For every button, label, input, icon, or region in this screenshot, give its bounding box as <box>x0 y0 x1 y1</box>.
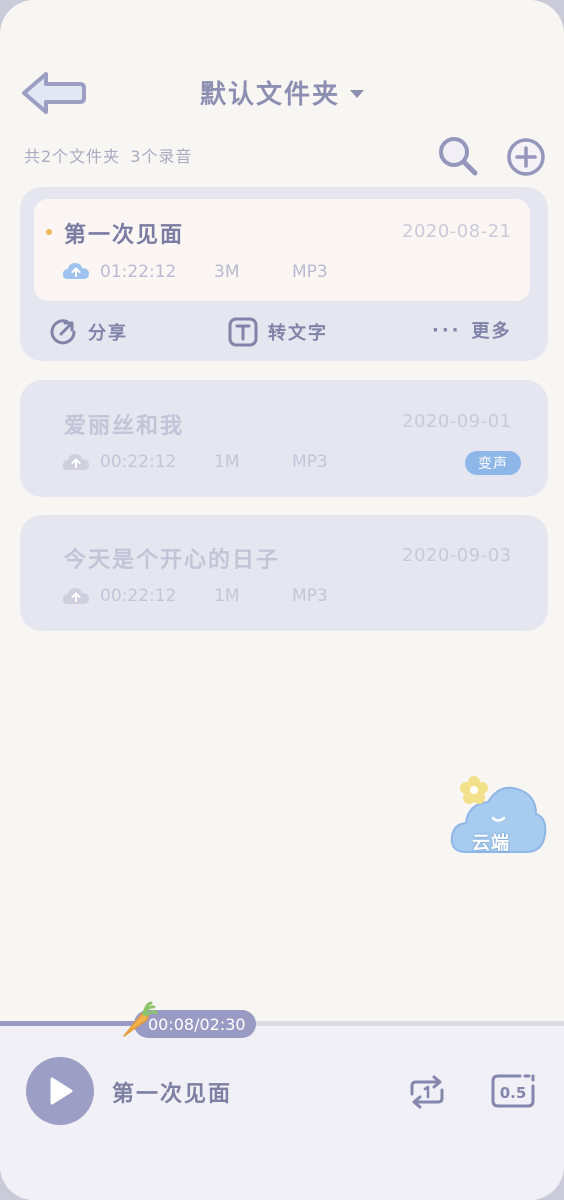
recording-card-2[interactable]: 爱丽丝和我 2020-09-01 00:22:12 1M MP3 变声 <box>20 380 548 497</box>
share-icon <box>50 319 76 345</box>
recording-duration: 00:22:12 <box>100 452 177 472</box>
speed-icon: 0.5 <box>491 1074 535 1108</box>
recording-date: 2020-09-01 <box>402 411 512 432</box>
more-dots-icon: ··· <box>432 319 462 341</box>
search-button[interactable] <box>436 134 480 178</box>
repeat-one-icon <box>410 1075 444 1109</box>
more-label: 更多 <box>471 321 512 342</box>
recording-size: 1M <box>214 586 240 606</box>
recording-format: MP3 <box>292 262 328 282</box>
recording-date: 2020-08-21 <box>402 221 512 242</box>
now-playing-title: 第一次见面 <box>112 1082 233 1107</box>
transcribe-label: 转文字 <box>268 323 328 344</box>
page-title: 默认文件夹 <box>199 79 340 110</box>
transcribe-button[interactable]: 转文字 <box>228 317 328 347</box>
recording-title: 今天是个开心的日子 <box>64 548 281 573</box>
speed-value: 0.5 <box>500 1084 527 1102</box>
search-icon <box>439 137 478 176</box>
caret-down-icon <box>350 89 364 98</box>
carrot-scrubber-icon[interactable] <box>118 1000 158 1040</box>
recording-size: 3M <box>214 262 240 282</box>
text-t-icon <box>228 317 258 347</box>
folder-selector[interactable]: 默认文件夹 <box>0 72 564 112</box>
cloud-upload-icon <box>62 588 89 604</box>
plus-circle-icon <box>507 138 545 176</box>
share-label: 分享 <box>88 323 128 344</box>
play-icon <box>50 1077 73 1105</box>
recording-actions: 分享 转文字 ··· 更多 <box>20 314 548 350</box>
playback-speed-button[interactable]: 0.5 <box>490 1072 536 1110</box>
cloud-upload-icon <box>62 263 89 279</box>
active-dot-icon <box>46 229 52 235</box>
recording-format: MP3 <box>292 452 328 472</box>
recording-format: MP3 <box>292 586 328 606</box>
progress-track[interactable] <box>0 1021 564 1026</box>
folder-count: 共2个文件夹 <box>24 147 121 166</box>
recording-size: 1M <box>214 452 240 472</box>
repeat-one-button[interactable] <box>406 1074 448 1110</box>
folder-summary: 共2个文件夹 3个录音 <box>24 143 192 167</box>
recording-duration: 01:22:12 <box>100 262 177 282</box>
progress-fill <box>0 1021 136 1026</box>
cloud-storage-label: 云端 <box>472 833 510 854</box>
playback-time: 00:08/02:30 <box>148 1014 246 1034</box>
cloud-upload-icon <box>62 454 89 470</box>
more-button[interactable]: ··· 更多 <box>432 317 512 343</box>
recording-duration: 00:22:12 <box>100 586 177 606</box>
recording-card-3[interactable]: 今天是个开心的日子 2020-09-03 00:22:12 1M MP3 <box>20 515 548 631</box>
recording-title: 爱丽丝和我 <box>64 414 185 439</box>
recording-date: 2020-09-03 <box>402 545 512 566</box>
recording-card-1[interactable]: 第一次见面 2020-08-21 01:22:12 3M MP3 分享 转文字 … <box>20 187 548 361</box>
share-button[interactable]: 分享 <box>48 317 128 347</box>
voice-change-badge: 变声 <box>465 451 521 475</box>
recording-card-1-body[interactable]: 第一次见面 2020-08-21 01:22:12 3M MP3 <box>34 199 530 301</box>
recording-count: 3个录音 <box>130 147 193 166</box>
add-button[interactable] <box>506 137 546 177</box>
recording-title: 第一次见面 <box>64 223 185 248</box>
app-screen: 默认文件夹 共2个文件夹 3个录音 第一次见面 2020-08-21 01:22:… <box>0 0 564 1200</box>
play-button[interactable] <box>26 1057 94 1125</box>
